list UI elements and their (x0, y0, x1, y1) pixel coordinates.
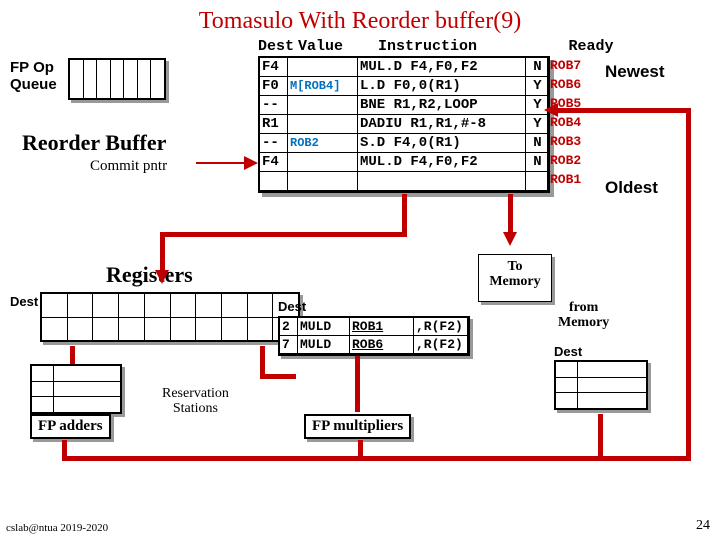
load-buffer-table (554, 360, 648, 410)
table-row: 7MULDROB6,R(F2) (280, 336, 468, 354)
table-row (260, 172, 548, 191)
registers-table (40, 292, 300, 342)
wire (358, 440, 363, 460)
reservation-stations-label: ReservationStations (162, 386, 229, 417)
wire (686, 110, 691, 460)
table-row: --ROB2S.D F4,0(R1)N (260, 134, 548, 153)
rs-dest-label: Dest (278, 299, 306, 314)
wire (260, 374, 296, 379)
table-row: F4MUL.D F4,F0,F2N (260, 58, 548, 77)
rob-headers: Dest Value Instruction Ready (258, 38, 616, 55)
fp-op-queue-label: FP OpQueue (10, 60, 57, 93)
table-row: R1DADIU R1,R1,#-8Y (260, 115, 548, 134)
fp-multipliers-box: FP multipliers (304, 414, 411, 439)
oldest-label: Oldest (605, 178, 658, 198)
newest-label: Newest (605, 62, 665, 82)
adder-rs-table (30, 364, 122, 414)
wire (62, 440, 67, 460)
wire (556, 108, 691, 113)
wire (70, 346, 75, 364)
fp-op-queue (68, 58, 166, 100)
table-row: F0M[ROB4]L.D F0,0(R1)Y (260, 77, 548, 96)
dest-label-right: Dest (554, 344, 582, 359)
to-memory-box: ToMemory (478, 254, 552, 302)
table-row: --BNE R1,R2,LOOPY (260, 96, 548, 115)
commit-arrow (196, 162, 256, 164)
commit-pointer-label: Commit pntr (90, 158, 167, 175)
from-memory-label: fromMemory (558, 300, 609, 331)
dest-label-left: Dest (10, 294, 38, 309)
fp-adders-box: FP adders (30, 414, 111, 439)
wire (62, 456, 691, 461)
registers-label: Registers (106, 262, 193, 288)
page-number: 24 (696, 518, 710, 534)
arrowhead-icon (503, 232, 517, 246)
table-row: F4MUL.D F4,F0,F2N (260, 153, 548, 172)
wire (402, 194, 407, 236)
wire (508, 194, 513, 234)
wire (160, 232, 165, 272)
reorder-buffer-label: Reorder Buffer (22, 130, 166, 156)
reorder-buffer-table: F4MUL.D F4,F0,F2N F0M[ROB4]L.D F0,0(R1)Y… (258, 56, 550, 193)
arrowhead-icon (544, 103, 558, 117)
rob-id-column: ROB7 ROB6 ROB5 ROB4 ROB3 ROB2 ROB1 (550, 56, 581, 189)
wire (598, 414, 603, 460)
page-title: Tomasulo With Reorder buffer(9) (0, 0, 720, 35)
wire (355, 356, 360, 412)
reservation-station-table: 2MULDROB1,R(F2) 7MULDROB6,R(F2) (278, 316, 470, 356)
arrowhead-icon (155, 270, 169, 284)
footer-left: cslab@ntua 2019-2020 (6, 522, 108, 534)
wire (160, 232, 407, 237)
table-row: 2MULDROB1,R(F2) (280, 318, 468, 336)
